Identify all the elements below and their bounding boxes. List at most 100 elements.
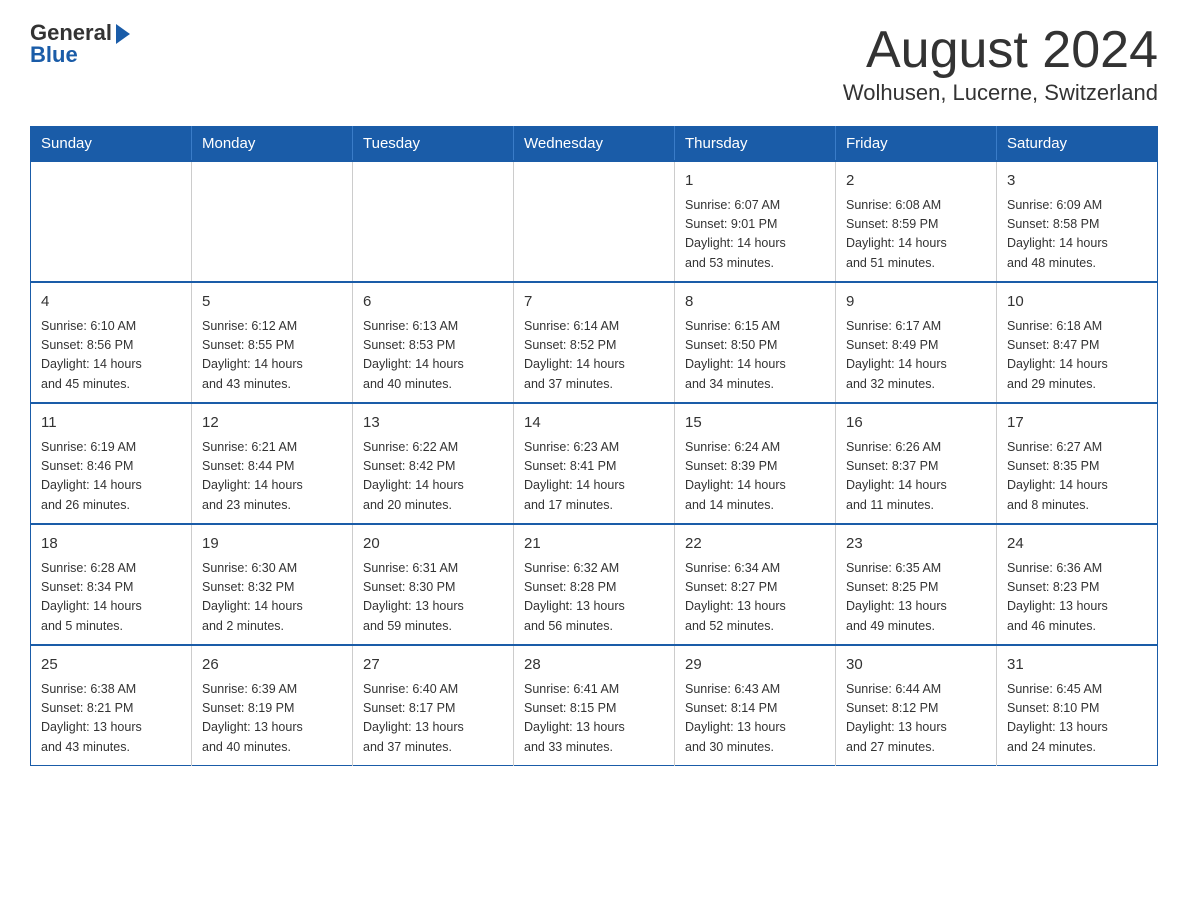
day-cell: 16 Sunrise: 6:26 AM Sunset: 8:37 PM Dayli…	[836, 403, 997, 524]
day-number: 21	[524, 533, 664, 556]
day-number: 19	[202, 533, 342, 556]
day-number: 24	[1007, 533, 1147, 556]
day-cell	[514, 161, 675, 282]
day-number: 12	[202, 412, 342, 435]
weekday-tuesday: Tuesday	[353, 127, 514, 162]
logo-blue-text: Blue	[30, 42, 78, 68]
day-cell: 4 Sunrise: 6:10 AM Sunset: 8:56 PM Daylig…	[31, 282, 192, 403]
day-cell	[192, 161, 353, 282]
day-cell	[353, 161, 514, 282]
day-info: Sunrise: 6:31 AM Sunset: 8:30 PM Dayligh…	[363, 559, 503, 637]
weekday-saturday: Saturday	[997, 127, 1158, 162]
day-cell: 31 Sunrise: 6:45 AM Sunset: 8:10 PM Dayli…	[997, 645, 1158, 766]
title-section: August 2024 Wolhusen, Lucerne, Switzerla…	[843, 20, 1158, 106]
day-cell: 22 Sunrise: 6:34 AM Sunset: 8:27 PM Dayli…	[675, 524, 836, 645]
day-cell: 30Sunrise: 6:44 AM Sunset: 8:12 PM Dayli…	[836, 645, 997, 766]
day-cell: 21 Sunrise: 6:32 AM Sunset: 8:28 PM Dayli…	[514, 524, 675, 645]
day-number: 2	[846, 170, 986, 193]
day-info: Sunrise: 6:36 AM Sunset: 8:23 PM Dayligh…	[1007, 559, 1147, 637]
day-info: Sunrise: 6:40 AM Sunset: 8:17 PM Dayligh…	[363, 680, 503, 758]
day-number: 23	[846, 533, 986, 556]
day-info: Sunrise: 6:27 AM Sunset: 8:35 PM Dayligh…	[1007, 438, 1147, 516]
day-cell: 15Sunrise: 6:24 AM Sunset: 8:39 PM Dayli…	[675, 403, 836, 524]
week-row-1: 1 Sunrise: 6:07 AM Sunset: 9:01 PM Daylig…	[31, 161, 1158, 282]
day-cell	[31, 161, 192, 282]
day-cell: 6 Sunrise: 6:13 AM Sunset: 8:53 PM Daylig…	[353, 282, 514, 403]
week-row-2: 4 Sunrise: 6:10 AM Sunset: 8:56 PM Daylig…	[31, 282, 1158, 403]
day-info: Sunrise: 6:18 AM Sunset: 8:47 PM Dayligh…	[1007, 317, 1147, 395]
day-number: 16	[846, 412, 986, 435]
day-cell: 10 Sunrise: 6:18 AM Sunset: 8:47 PM Dayli…	[997, 282, 1158, 403]
day-cell: 19 Sunrise: 6:30 AM Sunset: 8:32 PM Dayli…	[192, 524, 353, 645]
day-info: Sunrise: 6:43 AM Sunset: 8:14 PM Dayligh…	[685, 680, 825, 758]
calendar-table: SundayMondayTuesdayWednesdayThursdayFrid…	[30, 126, 1158, 766]
month-title: August 2024	[843, 20, 1158, 80]
day-cell: 3 Sunrise: 6:09 AM Sunset: 8:58 PM Daylig…	[997, 161, 1158, 282]
day-info: Sunrise: 6:10 AM Sunset: 8:56 PM Dayligh…	[41, 317, 181, 395]
day-number: 14	[524, 412, 664, 435]
day-cell: 7Sunrise: 6:14 AM Sunset: 8:52 PM Daylig…	[514, 282, 675, 403]
weekday-sunday: Sunday	[31, 127, 192, 162]
day-number: 3	[1007, 170, 1147, 193]
day-info: Sunrise: 6:14 AM Sunset: 8:52 PM Dayligh…	[524, 317, 664, 395]
weekday-wednesday: Wednesday	[514, 127, 675, 162]
day-number: 11	[41, 412, 181, 435]
logo: General Blue	[30, 20, 130, 68]
day-number: 20	[363, 533, 503, 556]
day-info: Sunrise: 6:32 AM Sunset: 8:28 PM Dayligh…	[524, 559, 664, 637]
day-info: Sunrise: 6:44 AM Sunset: 8:12 PM Dayligh…	[846, 680, 986, 758]
day-cell: 27 Sunrise: 6:40 AM Sunset: 8:17 PM Dayli…	[353, 645, 514, 766]
day-number: 17	[1007, 412, 1147, 435]
day-info: Sunrise: 6:07 AM Sunset: 9:01 PM Dayligh…	[685, 196, 825, 274]
weekday-header-row: SundayMondayTuesdayWednesdayThursdayFrid…	[31, 127, 1158, 162]
day-number: 27	[363, 654, 503, 677]
day-info: Sunrise: 6:39 AM Sunset: 8:19 PM Dayligh…	[202, 680, 342, 758]
day-info: Sunrise: 6:13 AM Sunset: 8:53 PM Dayligh…	[363, 317, 503, 395]
day-cell: 8 Sunrise: 6:15 AM Sunset: 8:50 PM Daylig…	[675, 282, 836, 403]
weekday-friday: Friday	[836, 127, 997, 162]
weekday-thursday: Thursday	[675, 127, 836, 162]
day-info: Sunrise: 6:45 AM Sunset: 8:10 PM Dayligh…	[1007, 680, 1147, 758]
day-number: 10	[1007, 291, 1147, 314]
week-row-4: 18Sunrise: 6:28 AM Sunset: 8:34 PM Dayli…	[31, 524, 1158, 645]
day-number: 31	[1007, 654, 1147, 677]
day-info: Sunrise: 6:24 AM Sunset: 8:39 PM Dayligh…	[685, 438, 825, 516]
day-number: 8	[685, 291, 825, 314]
day-number: 1	[685, 170, 825, 193]
day-info: Sunrise: 6:12 AM Sunset: 8:55 PM Dayligh…	[202, 317, 342, 395]
day-cell: 14 Sunrise: 6:23 AM Sunset: 8:41 PM Dayli…	[514, 403, 675, 524]
day-number: 25	[41, 654, 181, 677]
day-cell: 9Sunrise: 6:17 AM Sunset: 8:49 PM Daylig…	[836, 282, 997, 403]
day-cell: 2Sunrise: 6:08 AM Sunset: 8:59 PM Daylig…	[836, 161, 997, 282]
day-cell: 17 Sunrise: 6:27 AM Sunset: 8:35 PM Dayli…	[997, 403, 1158, 524]
day-number: 4	[41, 291, 181, 314]
day-info: Sunrise: 6:19 AM Sunset: 8:46 PM Dayligh…	[41, 438, 181, 516]
day-number: 6	[363, 291, 503, 314]
day-number: 18	[41, 533, 181, 556]
day-number: 29	[685, 654, 825, 677]
day-info: Sunrise: 6:30 AM Sunset: 8:32 PM Dayligh…	[202, 559, 342, 637]
page-header: General Blue August 2024 Wolhusen, Lucer…	[30, 20, 1158, 106]
day-cell: 12Sunrise: 6:21 AM Sunset: 8:44 PM Dayli…	[192, 403, 353, 524]
day-number: 9	[846, 291, 986, 314]
day-cell: 11 Sunrise: 6:19 AM Sunset: 8:46 PM Dayli…	[31, 403, 192, 524]
logo-arrow-icon	[116, 24, 130, 44]
day-info: Sunrise: 6:23 AM Sunset: 8:41 PM Dayligh…	[524, 438, 664, 516]
calendar-header: SundayMondayTuesdayWednesdayThursdayFrid…	[31, 127, 1158, 162]
day-info: Sunrise: 6:41 AM Sunset: 8:15 PM Dayligh…	[524, 680, 664, 758]
location: Wolhusen, Lucerne, Switzerland	[843, 80, 1158, 106]
day-info: Sunrise: 6:15 AM Sunset: 8:50 PM Dayligh…	[685, 317, 825, 395]
day-info: Sunrise: 6:09 AM Sunset: 8:58 PM Dayligh…	[1007, 196, 1147, 274]
day-info: Sunrise: 6:38 AM Sunset: 8:21 PM Dayligh…	[41, 680, 181, 758]
day-info: Sunrise: 6:26 AM Sunset: 8:37 PM Dayligh…	[846, 438, 986, 516]
day-info: Sunrise: 6:34 AM Sunset: 8:27 PM Dayligh…	[685, 559, 825, 637]
day-cell: 18Sunrise: 6:28 AM Sunset: 8:34 PM Dayli…	[31, 524, 192, 645]
day-info: Sunrise: 6:35 AM Sunset: 8:25 PM Dayligh…	[846, 559, 986, 637]
day-cell: 5Sunrise: 6:12 AM Sunset: 8:55 PM Daylig…	[192, 282, 353, 403]
day-cell: 29 Sunrise: 6:43 AM Sunset: 8:14 PM Dayli…	[675, 645, 836, 766]
day-cell: 13Sunrise: 6:22 AM Sunset: 8:42 PM Dayli…	[353, 403, 514, 524]
day-number: 22	[685, 533, 825, 556]
day-cell: 1 Sunrise: 6:07 AM Sunset: 9:01 PM Daylig…	[675, 161, 836, 282]
calendar-body: 1 Sunrise: 6:07 AM Sunset: 9:01 PM Daylig…	[31, 161, 1158, 766]
day-cell: 25 Sunrise: 6:38 AM Sunset: 8:21 PM Dayli…	[31, 645, 192, 766]
